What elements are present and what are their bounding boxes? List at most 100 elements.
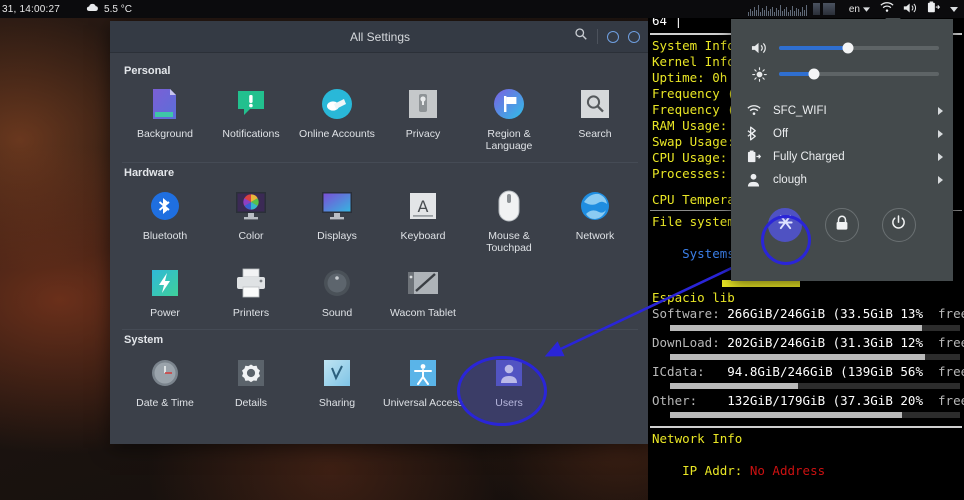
mouse-touchpad-icon (490, 187, 528, 225)
tile-label: Printers (232, 307, 270, 319)
conky-espacio-label: Espacio lib (652, 290, 735, 305)
svg-text:A: A (418, 197, 429, 216)
system-monitor-block[interactable] (822, 3, 835, 15)
date-time-icon (146, 354, 184, 392)
systems-bar (722, 280, 800, 287)
tile-label: Wacom Tablet (390, 307, 456, 319)
menu-item-label: SFC_WIFI (773, 104, 827, 117)
volume-icon[interactable] (903, 2, 918, 17)
page-title: All Settings (349, 29, 411, 44)
conky-fs-entry: DownLoad: 202GiB/246GiB (31.3GiB 12% fre… (648, 335, 964, 360)
language-label: en (848, 3, 860, 15)
tray-icons (880, 1, 964, 17)
menu-item-label: Fully Charged (773, 150, 845, 163)
settings-tile-displays[interactable]: Displays (294, 181, 380, 258)
displays-icon (318, 187, 356, 225)
panel-clock[interactable]: 31, 14:00:27 (2, 4, 60, 15)
power-icon (891, 215, 906, 235)
panel-weather-label: 5.5 °C (104, 3, 132, 15)
conky-fs-entry: Software: 266GiB/246GiB (33.5GiB 13% fre… (648, 306, 964, 331)
tools-icon (777, 214, 794, 236)
tile-label: Displays (317, 230, 357, 242)
region-language-icon (490, 85, 528, 123)
menu-item-label: Off (773, 127, 789, 140)
divider (650, 426, 962, 428)
tile-label: Sound (321, 307, 353, 319)
settings-tile-privacy[interactable]: Privacy (380, 79, 466, 156)
tile-label: Network (575, 230, 615, 242)
settings-tile-mouse-touchpad[interactable]: Mouse & Touchpad (466, 181, 552, 258)
system-monitor-block[interactable] (812, 3, 820, 15)
search-settings-icon (576, 85, 614, 123)
group-label-personal: Personal (124, 65, 171, 77)
brightness-slider-row[interactable] (731, 61, 953, 87)
settings-tile-background[interactable]: Background (122, 79, 208, 156)
settings-tile-keyboard[interactable]: A Keyboard (380, 181, 466, 258)
divider (597, 29, 598, 44)
system-monitor-graph[interactable] (747, 2, 810, 16)
volume-slider-track[interactable] (779, 42, 939, 54)
lock-button[interactable] (824, 208, 859, 242)
tile-grid-personal: Background Notifications Online Accounts… (122, 79, 638, 156)
menu-item-user[interactable]: clough (731, 168, 953, 191)
settings-tile-date-time[interactable]: Date & Time (122, 348, 208, 413)
chevron-right-icon (938, 129, 943, 138)
settings-tile-online-accounts[interactable]: Online Accounts (294, 79, 380, 156)
cloud-icon (86, 2, 100, 16)
bluetooth-icon (146, 187, 184, 225)
settings-tile-network[interactable]: Network (552, 181, 638, 258)
network-icon (576, 187, 614, 225)
settings-tile-bluetooth[interactable]: Bluetooth (122, 181, 208, 258)
nav-back-icon[interactable] (607, 30, 619, 43)
settings-tile-sharing[interactable]: Sharing (294, 348, 380, 413)
settings-tile-wacom-tablet[interactable]: Wacom Tablet (380, 258, 466, 323)
settings-tile-users[interactable]: Users (466, 348, 552, 413)
menu-item-wifi[interactable]: SFC_WIFI (731, 99, 953, 122)
menu-item-label: clough (773, 173, 807, 186)
settings-tile-notifications[interactable]: Notifications (208, 79, 294, 156)
settings-tile-color[interactable]: Color (208, 181, 294, 258)
nav-forward-icon[interactable] (628, 30, 640, 43)
universal-access-icon (404, 354, 442, 392)
conky-down-line: Down: 0B 0B (648, 495, 964, 500)
tile-label: Sharing (318, 397, 356, 409)
settings-tile-details[interactable]: Details (208, 348, 294, 413)
settings-tile-printers[interactable]: Printers (208, 258, 294, 323)
keyboard-icon: A (404, 187, 442, 225)
power-button[interactable] (881, 208, 916, 242)
chevron-down-icon[interactable] (950, 4, 958, 15)
battery-icon[interactable] (927, 1, 941, 17)
settings-tile-sound[interactable]: Sound (294, 258, 380, 323)
divider (122, 329, 638, 330)
settings-tile-search[interactable]: Search (552, 79, 638, 156)
brightness-icon (747, 66, 771, 82)
tile-label: Power (150, 307, 180, 319)
sound-icon (318, 264, 356, 302)
settings-tile-region-language[interactable]: Region & Language (466, 79, 552, 156)
tile-grid-hardware: Bluetooth Color Displays A Keyboard Mous… (122, 181, 638, 323)
tile-label: Search (578, 128, 612, 140)
titlebar-actions (574, 27, 650, 46)
volume-slider-row[interactable] (731, 35, 953, 61)
wifi-icon[interactable] (880, 2, 894, 16)
search-icon[interactable] (574, 27, 588, 46)
menu-item-bluetooth[interactable]: Off (731, 122, 953, 145)
tile-label: Notifications (222, 128, 280, 140)
chevron-down-icon (863, 4, 870, 15)
conky-fs-entry: ICdata: 94.8GiB/246GiB (139GiB 56% free) (648, 364, 964, 389)
chevron-right-icon (938, 152, 943, 161)
menu-item-battery[interactable]: Fully Charged (731, 145, 953, 168)
notifications-icon (232, 85, 270, 123)
system-tray-menu: SFC_WIFI Off Fully Charged clough (731, 19, 953, 281)
panel-weather[interactable]: 5.5 °C (86, 2, 132, 16)
brightness-slider-track[interactable] (779, 68, 939, 80)
settings-tile-power[interactable]: Power (122, 258, 208, 323)
settings-tile-universal-access[interactable]: Universal Access (380, 348, 466, 413)
conky-ip-line: IP Addr: No Address (682, 463, 826, 478)
details-icon (232, 354, 270, 392)
volume-icon (747, 41, 771, 55)
tile-label: Online Accounts (299, 128, 375, 140)
settings-button[interactable] (768, 208, 803, 242)
tile-label: Date & Time (136, 397, 194, 409)
language-indicator[interactable]: en (849, 4, 870, 15)
